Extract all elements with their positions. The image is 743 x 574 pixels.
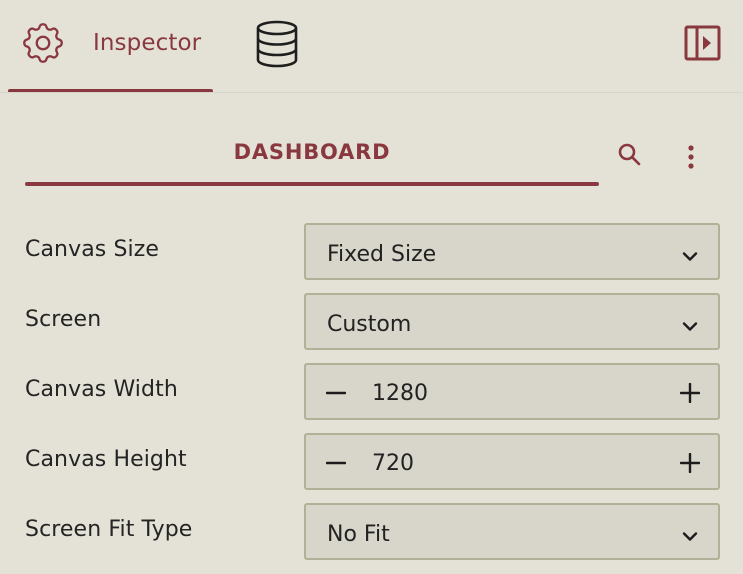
canvas-width-decrement-button[interactable]: [316, 373, 356, 413]
screen-fit-type-select[interactable]: No Fit: [304, 503, 720, 560]
canvas-size-label: Canvas Size: [25, 237, 160, 262]
screen-label: Screen: [25, 307, 102, 332]
tab-inspector[interactable]: Inspector: [8, 0, 213, 94]
chevron-down-icon: [682, 317, 698, 336]
property-row-canvas-height: Canvas Height: [0, 433, 743, 493]
canvas-height-decrement-button[interactable]: [316, 443, 356, 483]
property-row-screen-fit-type: Screen Fit Type No Fit: [0, 503, 743, 563]
section-title: DASHBOARD: [233, 140, 391, 164]
more-options-button[interactable]: [673, 138, 709, 174]
screen-fit-type-label: Screen Fit Type: [25, 517, 193, 542]
canvas-width-input[interactable]: [372, 375, 632, 411]
canvas-size-value: Fixed Size: [327, 242, 437, 267]
canvas-width-label: Canvas Width: [25, 377, 178, 402]
property-row-canvas-size: Canvas Size Fixed Size: [0, 223, 743, 283]
collapse-panel-button[interactable]: [676, 18, 730, 68]
screen-select[interactable]: Custom: [304, 293, 720, 350]
property-row-screen: Screen Custom: [0, 293, 743, 353]
minus-icon: [326, 391, 346, 395]
chevron-down-icon: [682, 247, 698, 266]
canvas-size-select[interactable]: Fixed Size: [304, 223, 720, 280]
gear-icon: [18, 18, 68, 72]
canvas-width-increment-button[interactable]: [670, 373, 710, 413]
section-underline: [25, 182, 599, 186]
minus-icon: [326, 461, 346, 465]
plus-icon: [680, 383, 700, 403]
search-button[interactable]: [611, 136, 647, 172]
inspector-topbar: Inspector: [0, 0, 743, 94]
canvas-height-input[interactable]: [372, 445, 632, 481]
property-row-canvas-width: Canvas Width: [0, 363, 743, 423]
chevron-down-icon: [682, 527, 698, 546]
canvas-height-stepper: [304, 433, 720, 490]
tab-inspector-label: Inspector: [93, 30, 202, 56]
canvas-height-label: Canvas Height: [25, 447, 187, 472]
tab-data-source[interactable]: [240, 10, 314, 84]
screen-value: Custom: [327, 312, 412, 337]
screen-fit-type-value: No Fit: [327, 522, 390, 547]
canvas-height-increment-button[interactable]: [670, 443, 710, 483]
section-dashboard-header[interactable]: DASHBOARD: [25, 128, 599, 186]
canvas-width-stepper: [304, 363, 720, 420]
topbar-divider: [0, 92, 743, 93]
plus-icon: [680, 453, 700, 473]
